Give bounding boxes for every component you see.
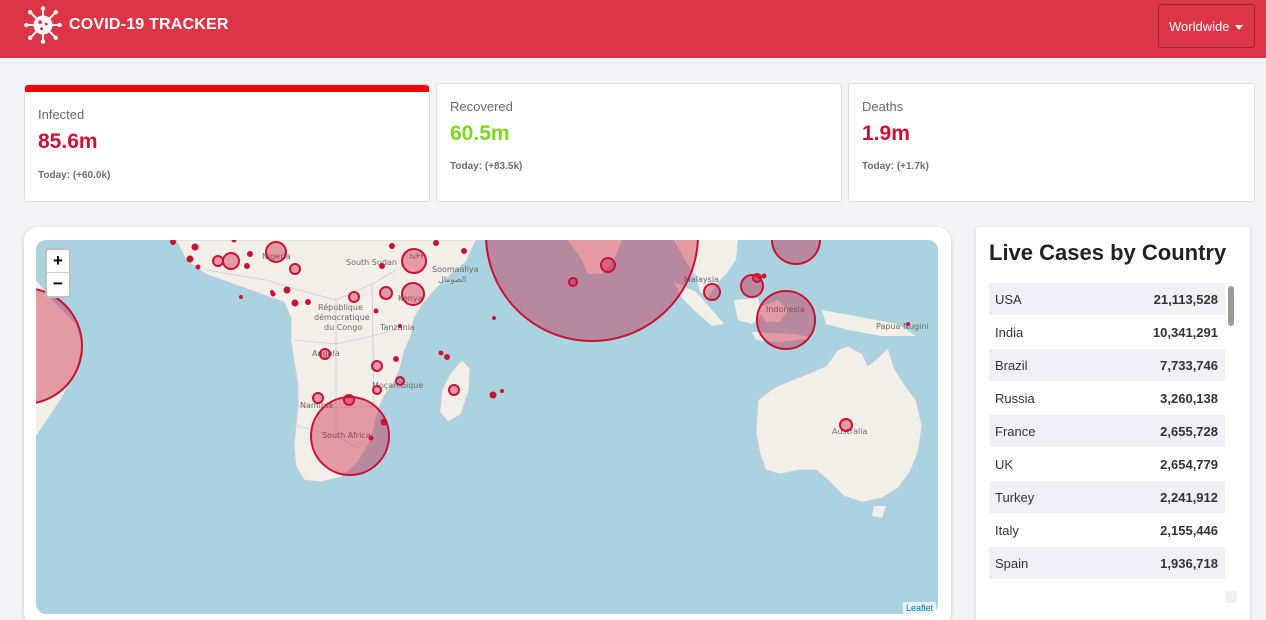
country-name: Turkey [995,489,1035,505]
tasmania-landmass [872,506,886,518]
recovered-today: Today: (+83.5k) [450,161,523,172]
table-row: Italy 2,155,446 [989,514,1225,547]
case-circle-zimbabwe-south[interactable] [372,385,382,395]
case-circle-nigeria[interactable] [265,241,287,263]
case-circle-uganda[interactable] [379,286,393,300]
table-row: Spain 1,936,718 [989,547,1225,580]
table-row: Turkey 2,241,912 [989,481,1225,514]
country-cases: 2,654,779 [1160,456,1218,472]
app-title: COVID-19 TRACKER [69,16,229,33]
deaths-value: 1.9m [862,122,910,145]
country-name: Italy [995,522,1019,538]
deaths-card[interactable]: Deaths 1.9m Today: (+1.7k) [848,83,1255,202]
brand: COVID-19 TRACKER [24,5,229,45]
map-label-somalia-ar: الصومال [438,275,466,284]
case-circle-zambia[interactable] [371,360,383,372]
region-select-value: Worldwide [1169,18,1230,34]
map-label-tanzania: Tanzania [379,323,415,332]
infected-card[interactable]: Infected 85.6m Today: (+60.0k) [24,84,430,202]
case-circle-ivory-coast[interactable] [212,255,224,267]
country-cases: 3,260,138 [1160,390,1218,406]
case-circle-botswana[interactable] [343,394,355,406]
country-cases: 21,113,528 [1153,291,1218,307]
australia-landmass [755,345,923,503]
zoom-in-button[interactable]: + [47,250,69,273]
recovered-label: Recovered [450,99,513,114]
case-circle-singapore[interactable] [703,283,721,301]
case-circle-kenya[interactable] [401,282,425,306]
infected-today: Today: (+60.0k) [38,170,111,181]
case-circle-madagascar[interactable] [448,384,460,396]
country-cases: 10,341,291 [1152,324,1218,340]
world-map[interactable]: Nigeria South Sudan ኢትዮ Soomaaliya الصوم… [36,240,938,614]
infected-value: 85.6m [38,130,98,153]
table-row: UK 2,654,779 [989,448,1225,481]
case-circle-sri-lanka[interactable] [600,257,616,273]
map-canvas: Nigeria South Sudan ኢትዮ Soomaaliya الصوم… [36,240,929,518]
case-circle-angola[interactable] [319,348,331,360]
table-row: France 2,655,728 [989,415,1225,448]
map-label-drc-line1: République [318,302,363,312]
table-row: Brazil 7,733,746 [989,349,1225,382]
case-circle-indonesia[interactable] [756,290,816,350]
country-cases: 7,733,746 [1160,357,1218,373]
list-scrollbar-thumb[interactable] [1228,286,1234,326]
infected-active-indicator [25,85,429,92]
list-scrollbar-track[interactable] [1227,285,1235,577]
case-circle-australia[interactable] [839,418,853,432]
country-name: Spain [995,555,1029,571]
case-circle-ethiopia[interactable] [401,248,427,274]
map-label-papua: Papua Nugini [876,322,929,331]
zoom-control: + − [45,248,71,298]
case-circle-india[interactable] [485,240,699,342]
deaths-label: Deaths [862,99,904,114]
case-circle-zimbabwe[interactable] [395,376,405,386]
table-row: USA 21,113,528 [989,283,1225,316]
case-circle-brunei[interactable] [752,273,762,283]
case-circle-south-africa[interactable] [310,396,390,476]
case-circle-maldives[interactable] [568,277,578,287]
recovered-value: 60.5m [450,122,510,145]
map-label-drc-line2: démocratique [314,312,370,322]
table-row: India 10,341,291 [989,316,1225,349]
country-cases: 1,936,718 [1160,555,1218,571]
infected-label: Infected [38,107,85,122]
country-cases: 2,155,446 [1160,522,1218,538]
country-name: India [995,324,1024,340]
chevron-down-icon [1235,25,1243,30]
scrollbar-corner [1225,591,1237,603]
map-label-drc-line3: du Congo [324,323,362,332]
case-circle-ghana[interactable] [222,252,240,270]
case-circle-cameroon[interactable] [289,263,301,275]
table-row: Russia 3,260,138 [989,382,1225,415]
live-cases-list[interactable]: USA 21,113,528 India 10,341,291 Brazil 7,73… [989,283,1225,580]
app-header: COVID-19 TRACKER Worldwide [0,0,1266,58]
case-circle-philippines[interactable] [771,240,821,265]
region-select[interactable]: Worldwide [1158,4,1255,48]
country-name: Russia [995,390,1035,406]
map-attribution-link[interactable]: Leaflet [903,602,937,614]
zoom-out-button[interactable]: − [47,273,69,296]
live-cases-title: Live Cases by Country [989,240,1227,265]
country-name: USA [995,291,1022,307]
recovered-card[interactable]: Recovered 60.5m Today: (+83.5k) [436,83,842,202]
country-name: UK [995,456,1014,472]
map-label-south-sudan: South Sudan [346,258,397,267]
case-circle-namibia[interactable] [312,392,324,404]
country-name: Brazil [995,357,1028,373]
virus-icon [24,6,62,44]
country-name: France [995,423,1036,439]
country-cases: 2,241,912 [1160,489,1218,505]
case-circle-brazil[interactable] [36,288,83,404]
deaths-today: Today: (+1.7k) [862,161,929,172]
map-label-somalia: Soomaaliya [432,265,479,274]
country-cases: 2,655,728 [1160,423,1218,439]
case-circle-drc[interactable] [348,291,360,303]
